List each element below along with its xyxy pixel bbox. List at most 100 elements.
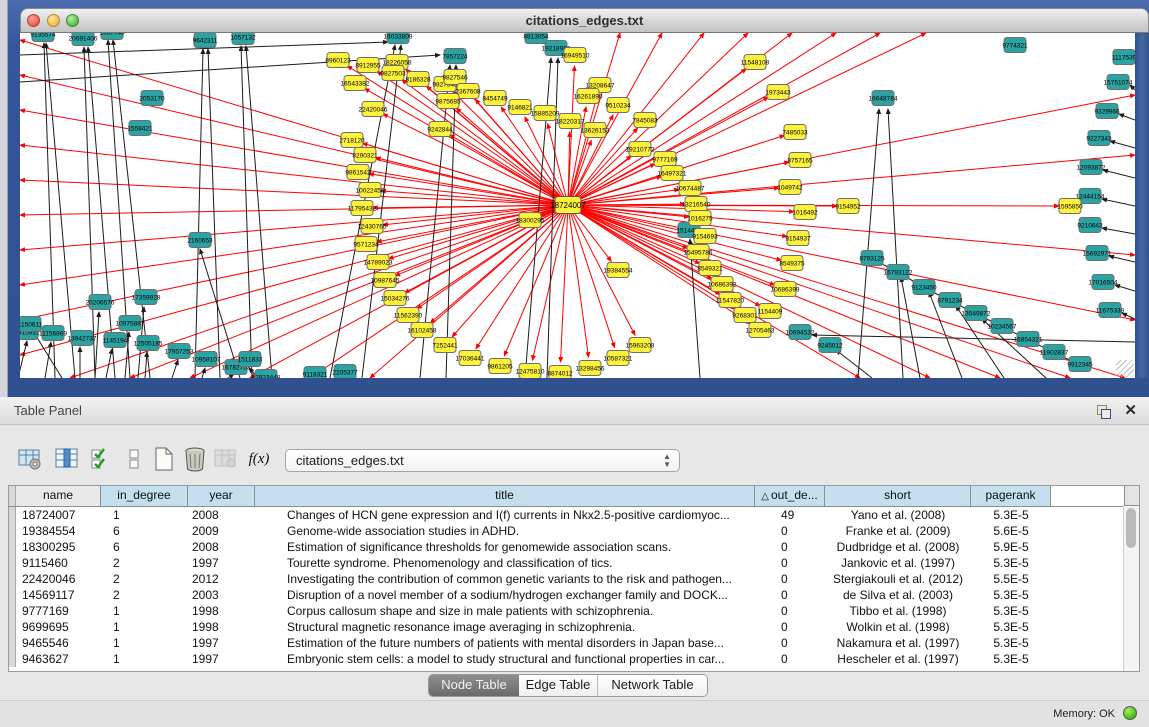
table-vertical-scrollbar[interactable]	[1123, 506, 1139, 671]
cell-in_degree[interactable]: 2	[101, 587, 188, 603]
cell-name[interactable]: 22420046	[16, 571, 101, 587]
table-row[interactable]: 969969511998Structural magnetic resonanc…	[9, 619, 1139, 635]
cell-year[interactable]: 2008	[188, 539, 255, 555]
cell-short[interactable]: Yano et al. (2008)	[825, 507, 971, 523]
cell-pagerank[interactable]: 5.3E-5	[971, 619, 1051, 635]
table-row[interactable]: 1938455462009Genome-wide association stu…	[9, 523, 1139, 539]
table-row[interactable]: 946362711997Embryonic stem cells: a mode…	[9, 651, 1139, 667]
network-window-titlebar[interactable]: citations_edges.txt	[20, 8, 1149, 33]
window-resize-grip[interactable]	[1116, 360, 1134, 377]
cell-in_degree[interactable]: 2	[101, 571, 188, 587]
cell-pagerank[interactable]: 5.9E-5	[971, 539, 1051, 555]
cell-year[interactable]: 1997	[188, 555, 255, 571]
float-panel-icon[interactable]	[1097, 405, 1111, 418]
table-source-dropdown[interactable]: citations_edges.txt ▲▼	[285, 449, 680, 472]
cell-short[interactable]: Dudbridge et al. (2008)	[825, 539, 971, 555]
cell-in_degree[interactable]: 2	[101, 555, 188, 571]
tab-network-table[interactable]: Network Table	[597, 675, 707, 696]
scrollbar-thumb[interactable]	[1126, 508, 1136, 548]
cell-pagerank[interactable]: 5.3E-5	[971, 635, 1051, 651]
cell-name[interactable]: 18724007	[16, 507, 101, 523]
column-header-pagerank[interactable]: pagerank	[971, 486, 1051, 506]
cell-name[interactable]: 9115460	[16, 555, 101, 571]
cell-in_degree[interactable]: 1	[101, 507, 188, 523]
cell-pagerank[interactable]: 5.3E-5	[971, 651, 1051, 667]
cell-name[interactable]: 19384554	[16, 523, 101, 539]
cell-name[interactable]: 18300295	[16, 539, 101, 555]
cell-out_degree[interactable]: 0	[755, 635, 825, 651]
cell-year[interactable]: 1998	[188, 603, 255, 619]
cell-pagerank[interactable]: 5.3E-5	[971, 587, 1051, 603]
table-row[interactable]: 946554611997Estimation of the future num…	[9, 635, 1139, 651]
cell-name[interactable]: 9777169	[16, 603, 101, 619]
cell-in_degree[interactable]: 1	[101, 635, 188, 651]
cell-title[interactable]: Estimation of the future numbers of pati…	[255, 635, 755, 651]
table-row[interactable]: 2242004622012Investigating the contribut…	[9, 571, 1139, 587]
cell-short[interactable]: Franke et al. (2009)	[825, 523, 971, 539]
select-columns-button[interactable]	[53, 445, 81, 473]
cell-out_degree[interactable]: 0	[755, 587, 825, 603]
column-header-title[interactable]: title	[255, 486, 755, 506]
cell-title[interactable]: Disruption of a novel member of a sodium…	[255, 587, 755, 603]
cell-pagerank[interactable]: 5.3E-5	[971, 555, 1051, 571]
cell-year[interactable]: 1997	[188, 635, 255, 651]
cell-short[interactable]: Hescheler et al. (1997)	[825, 651, 971, 667]
column-header-in_degree[interactable]: in_degree	[101, 486, 188, 506]
table-row[interactable]: 1830029562008Estimation of significance …	[9, 539, 1139, 555]
delete-column-button[interactable]	[181, 445, 209, 473]
clear-selection-button[interactable]	[120, 445, 148, 473]
cell-name[interactable]: 9465546	[16, 635, 101, 651]
cell-out_degree[interactable]: 0	[755, 539, 825, 555]
table-settings-button[interactable]	[16, 445, 44, 473]
cell-out_degree[interactable]: 0	[755, 603, 825, 619]
cell-short[interactable]: Wolkin et al. (1998)	[825, 619, 971, 635]
cell-pagerank[interactable]: 5.5E-5	[971, 571, 1051, 587]
cell-short[interactable]: de Silva et al. (2003)	[825, 587, 971, 603]
tab-node-table[interactable]: Node Table	[429, 675, 519, 696]
column-visibility-button[interactable]	[88, 445, 116, 473]
cell-title[interactable]: Corpus callosum shape and size in male p…	[255, 603, 755, 619]
table-row[interactable]: 1872400712008Changes of HCN gene express…	[9, 507, 1139, 523]
cell-out_degree[interactable]: 0	[755, 619, 825, 635]
table-row[interactable]: 911546021997Tourette syndrome. Phenomeno…	[9, 555, 1139, 571]
cell-out_degree[interactable]: 0	[755, 571, 825, 587]
network-view-canvas[interactable]: 9135574206914061657743964231110571321603…	[20, 33, 1135, 378]
cell-short[interactable]: Stergiakouli et al. (2012)	[825, 571, 971, 587]
column-header-short[interactable]: short	[825, 486, 971, 506]
cell-year[interactable]: 1997	[188, 651, 255, 667]
cell-title[interactable]: Changes of HCN gene expression and I(f) …	[255, 507, 755, 523]
cell-title[interactable]: Estimation of significance thresholds fo…	[255, 539, 755, 555]
table-row[interactable]: 1456911722003Disruption of a novel membe…	[9, 587, 1139, 603]
cell-year[interactable]: 2012	[188, 571, 255, 587]
function-builder-button[interactable]: f(x)	[245, 445, 273, 473]
column-header-year[interactable]: year	[188, 486, 255, 506]
column-header-name[interactable]: name	[16, 486, 101, 506]
cell-title[interactable]: Tourette syndrome. Phenomenology and cla…	[255, 555, 755, 571]
node-table[interactable]: namein_degreeyeartitle△out_de...shortpag…	[8, 485, 1140, 672]
cell-out_degree[interactable]: 0	[755, 523, 825, 539]
cell-out_degree[interactable]: 0	[755, 555, 825, 571]
cell-year[interactable]: 2003	[188, 587, 255, 603]
cell-short[interactable]: Tibbo et al. (1998)	[825, 603, 971, 619]
cell-year[interactable]: 1998	[188, 619, 255, 635]
cell-pagerank[interactable]: 5.3E-5	[971, 507, 1051, 523]
cell-out_degree[interactable]: 49	[755, 507, 825, 523]
cell-year[interactable]: 2009	[188, 523, 255, 539]
new-column-button[interactable]	[150, 445, 178, 473]
cell-pagerank[interactable]: 5.6E-5	[971, 523, 1051, 539]
cell-name[interactable]: 9463627	[16, 651, 101, 667]
cell-short[interactable]: Nakamura et al. (1997)	[825, 635, 971, 651]
cell-title[interactable]: Embryonic stem cells: a model to study s…	[255, 651, 755, 667]
cell-in_degree[interactable]: 1	[101, 603, 188, 619]
cell-in_degree[interactable]: 6	[101, 539, 188, 555]
cell-in_degree[interactable]: 1	[101, 619, 188, 635]
cell-in_degree[interactable]: 1	[101, 651, 188, 667]
cell-out_degree[interactable]: 0	[755, 651, 825, 667]
cell-name[interactable]: 14569117	[16, 587, 101, 603]
cell-in_degree[interactable]: 6	[101, 523, 188, 539]
tab-edge-table[interactable]: Edge Table	[519, 675, 597, 696]
cell-name[interactable]: 9699695	[16, 619, 101, 635]
close-panel-icon[interactable]: ✕	[1124, 401, 1137, 419]
cell-title[interactable]: Genome-wide association studies in ADHD.	[255, 523, 755, 539]
table-row[interactable]: 977716911998Corpus callosum shape and si…	[9, 603, 1139, 619]
